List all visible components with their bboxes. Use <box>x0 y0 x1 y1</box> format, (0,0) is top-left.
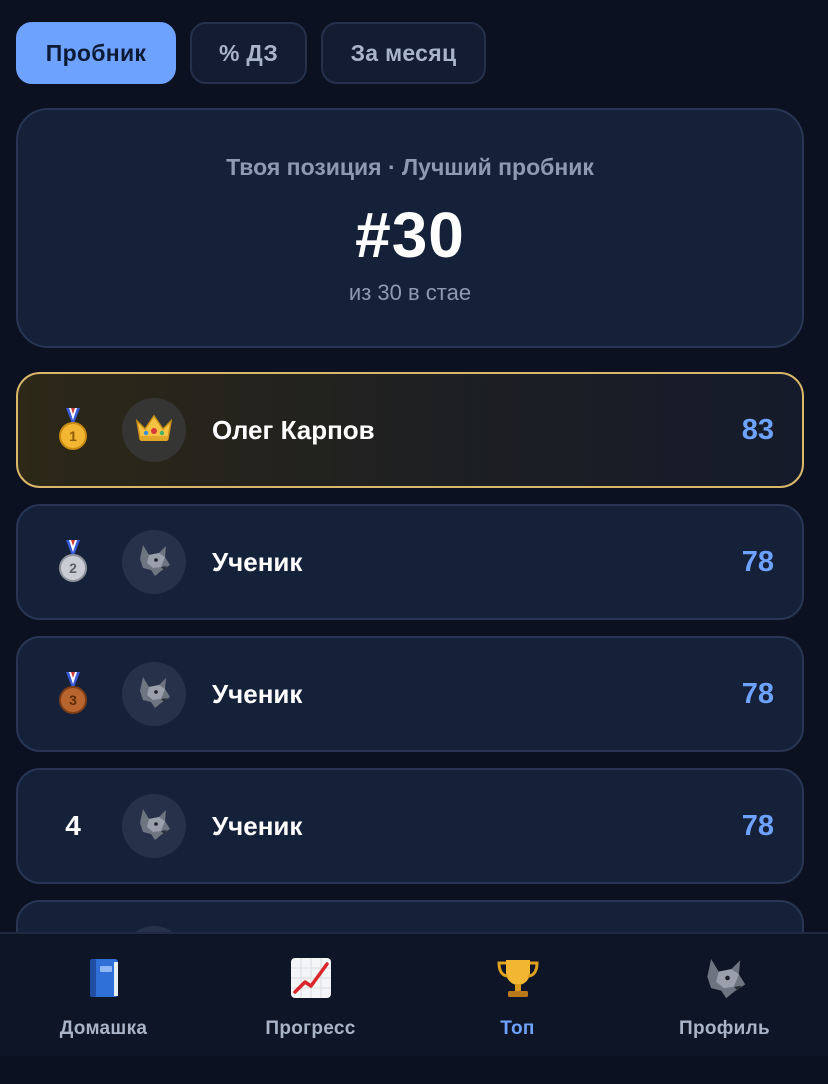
position-label: Твоя позиция · Лучший пробник <box>226 154 594 180</box>
rank-number: 4 <box>65 810 81 841</box>
book-icon <box>80 954 128 1002</box>
student-name: Ученик <box>212 678 303 709</box>
bottom-nav: Домашка Прогресс Топ Профиль <box>0 932 828 1056</box>
svg-text:2: 2 <box>69 560 77 576</box>
wolf-icon <box>135 805 173 848</box>
my-position-card: Твоя позиция · Лучший пробник #30 из 30 … <box>16 108 804 348</box>
filter-tabs: Пробник % ДЗ За месяц <box>16 22 486 84</box>
crown-icon <box>135 413 173 448</box>
student-score: 78 <box>741 545 774 578</box>
nav-label: Домашка <box>59 1018 148 1039</box>
student-name: Ученик <box>212 810 303 841</box>
safe-area <box>0 1056 828 1084</box>
wolf-icon <box>701 954 749 1002</box>
nav-profile[interactable]: Профиль <box>621 934 828 1058</box>
svg-text:1: 1 <box>69 428 77 444</box>
nav-label: Профиль <box>678 1018 771 1039</box>
bronze-medal-icon: 3 <box>48 638 98 750</box>
silver-medal-icon: 2 <box>48 506 98 618</box>
wolf-icon <box>135 541 173 584</box>
position-rank: #30 <box>355 199 465 271</box>
avatar <box>122 794 186 858</box>
student-score: 78 <box>741 809 774 842</box>
svg-text:3: 3 <box>69 692 77 708</box>
nav-top[interactable]: Топ <box>414 934 621 1058</box>
leaderboard-row[interactable]: 3 Ученик 78 <box>16 636 804 752</box>
trophy-icon <box>494 954 542 1002</box>
tab-month[interactable]: За месяц <box>321 22 486 84</box>
wolf-icon <box>135 673 173 716</box>
nav-homework[interactable]: Домашка <box>0 934 207 1058</box>
nav-progress[interactable]: Прогресс <box>207 934 414 1058</box>
student-score: 83 <box>741 413 774 446</box>
leaderboard-row[interactable]: 2 Ученик 78 <box>16 504 804 620</box>
leaderboard-row[interactable]: 1 Олег Карпов 83 <box>16 372 804 488</box>
chart-up-icon <box>287 954 335 1002</box>
leaderboard-row[interactable]: 4 Ученик 78 <box>16 768 804 884</box>
avatar <box>122 662 186 726</box>
leaderboard-screen: Пробник % ДЗ За месяц Твоя позиция · Луч… <box>0 0 828 1084</box>
avatar <box>122 530 186 594</box>
nav-label: Прогресс <box>265 1018 356 1039</box>
tab-probnik[interactable]: Пробник <box>16 22 176 84</box>
avatar <box>122 398 186 462</box>
student-name: Ученик <box>212 546 303 577</box>
student-score: 78 <box>741 677 774 710</box>
tab-homework-percent[interactable]: % ДЗ <box>190 22 307 84</box>
gold-medal-icon: 1 <box>48 374 98 486</box>
nav-label: Топ <box>500 1018 535 1039</box>
position-subtitle: из 30 в стае <box>348 280 472 305</box>
student-name: Олег Карпов <box>212 414 375 445</box>
